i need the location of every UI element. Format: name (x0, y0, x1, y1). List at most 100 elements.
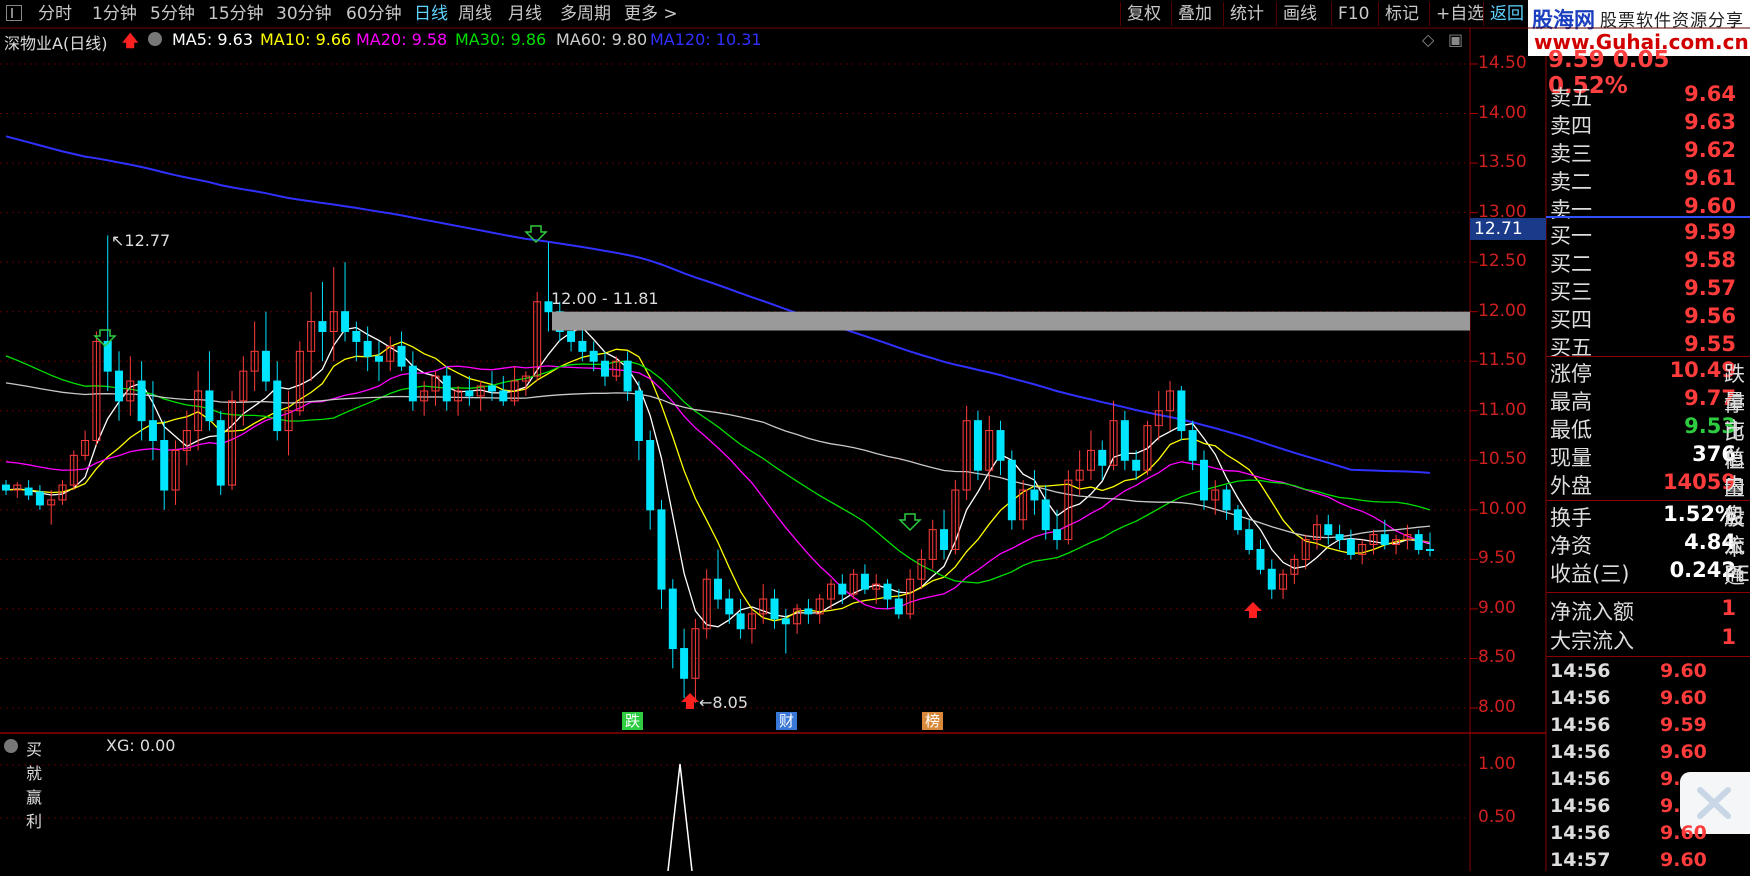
candle-body (261, 350, 270, 382)
low-price-annotation: ←8.05 (699, 693, 749, 712)
candle-body (148, 420, 157, 441)
candle-body (770, 598, 779, 620)
candle-body (940, 529, 949, 550)
candle-body (1007, 459, 1016, 521)
quote-value: 9.62 (1684, 138, 1736, 162)
quote-value: 9.53 (1684, 414, 1736, 438)
tick-price: 9. (1660, 795, 1681, 817)
candle-body (1030, 489, 1039, 501)
stat-row: 外盘 14059 内盘 (1548, 470, 1750, 528)
tick-time: 14:56 (1550, 768, 1611, 790)
tick-time: 14:56 (1550, 741, 1611, 763)
bid-row: 买四 9.56 (1548, 304, 1750, 332)
quote-label: 买四 (1550, 308, 1592, 332)
quote-separator (1546, 592, 1750, 593)
tick-time: 14:56 (1550, 714, 1611, 736)
stat-row: 最低 9.53 市值 (1548, 414, 1750, 472)
quote-side-label: PE(动) (1724, 562, 1750, 586)
tick-price: 9.60 (1660, 822, 1707, 844)
quote-separator (1546, 500, 1750, 501)
quote-value: 9.59 (1684, 220, 1736, 244)
candle-body (578, 340, 587, 352)
quote-value: 9.58 (1684, 248, 1736, 272)
price-tick-label: 8.50 (1478, 647, 1516, 668)
stat-row: 收益(三) 0.242PE(动) (1548, 558, 1750, 586)
quote-value: 9.55 (1684, 332, 1736, 356)
candle-body (352, 331, 361, 342)
price-tick-label: 14.50 (1478, 53, 1527, 73)
candle-body (35, 491, 44, 506)
price-tick-label: 11.50 (1478, 350, 1527, 371)
event-marker-1[interactable]: 财 (776, 712, 798, 730)
quote-label: 卖四 (1550, 114, 1592, 138)
quote-label: 卖二 (1550, 170, 1592, 194)
candle-body (1414, 534, 1423, 550)
candle-body (1222, 489, 1231, 511)
quote-value: 4.84 (1684, 530, 1736, 554)
candle-body (216, 420, 225, 486)
candle-body (567, 331, 576, 342)
tick-price: 9.60 (1660, 687, 1707, 709)
quote-label: 最低 (1550, 418, 1592, 442)
price-tick-label: 12.00 (1478, 300, 1527, 321)
candle-body (1233, 509, 1242, 531)
indicator-name: 买就赢利 (26, 740, 43, 831)
candle-body (714, 578, 722, 600)
candle-body (115, 370, 124, 402)
candle-body (408, 365, 417, 402)
candle-body (634, 390, 643, 441)
indicator-tick-label: 0.50 (1478, 807, 1516, 827)
quote-value: 10.49 (1669, 358, 1736, 382)
quote-value: 0.242 (1669, 558, 1736, 582)
candle-body (1335, 534, 1344, 541)
quote-label: 换手 (1550, 506, 1592, 530)
event-marker-2[interactable]: 榜 (922, 712, 944, 730)
quote-value: 9.61 (1684, 166, 1736, 190)
price-tick-label: 9.00 (1478, 597, 1516, 618)
quote-label: 收益(三) (1550, 562, 1630, 586)
price-tick-label: 10.00 (1478, 498, 1527, 519)
candle-body (1346, 539, 1355, 555)
price-tick-label: 13.50 (1478, 152, 1527, 173)
stat-row: 换手 1.52% 股本 (1548, 502, 1750, 560)
candle-body (499, 390, 508, 402)
candle-body (341, 311, 350, 333)
price-tick-label: 8.00 (1478, 697, 1516, 717)
quote-separator (1546, 656, 1750, 657)
candle-body (1120, 420, 1129, 461)
price-tick-label: 12.50 (1478, 251, 1527, 272)
candle-body (273, 380, 282, 432)
bid-row: 买一 9.59 (1548, 220, 1750, 248)
candle-body (804, 608, 813, 615)
quote-label: 卖三 (1550, 142, 1592, 166)
quote-value: 1 (1721, 596, 1736, 620)
quote-value: 1.52% (1663, 502, 1736, 526)
candle-body (725, 598, 734, 615)
candle-body (160, 439, 169, 491)
candle-body (589, 350, 598, 362)
signal-down-arrow-icon (898, 513, 922, 532)
indicator-value: XG: 0.00 (106, 736, 176, 755)
candle-body (137, 380, 146, 422)
quote-label: 净流入额 (1550, 600, 1634, 624)
price-tick-label: 14.00 (1478, 102, 1527, 123)
indicator-tick-label: 1.00 (1478, 754, 1516, 774)
quote-value: 1 (1721, 625, 1736, 649)
tick-price: 9.60 (1660, 741, 1707, 763)
candle-body (860, 573, 869, 590)
indicator-menu-icon[interactable] (4, 739, 18, 753)
candle-body (600, 360, 609, 377)
candle-body (318, 321, 327, 333)
candle-body (465, 390, 474, 397)
quote-value: 9.64 (1684, 82, 1736, 106)
quote-label: 大宗流入 (1550, 629, 1634, 653)
bid-row: 买三 9.57 (1548, 276, 1750, 304)
event-marker-0[interactable]: 跌 (622, 712, 644, 730)
tick-time: 14:57 (1550, 849, 1611, 871)
tick-time: 14:56 (1550, 660, 1611, 682)
candle-body (363, 340, 372, 357)
candle-body (2, 484, 10, 491)
quote-value: 14059 (1662, 470, 1736, 494)
quote-value: 9.77 (1684, 386, 1736, 410)
kline-chart[interactable] (0, 0, 1750, 871)
